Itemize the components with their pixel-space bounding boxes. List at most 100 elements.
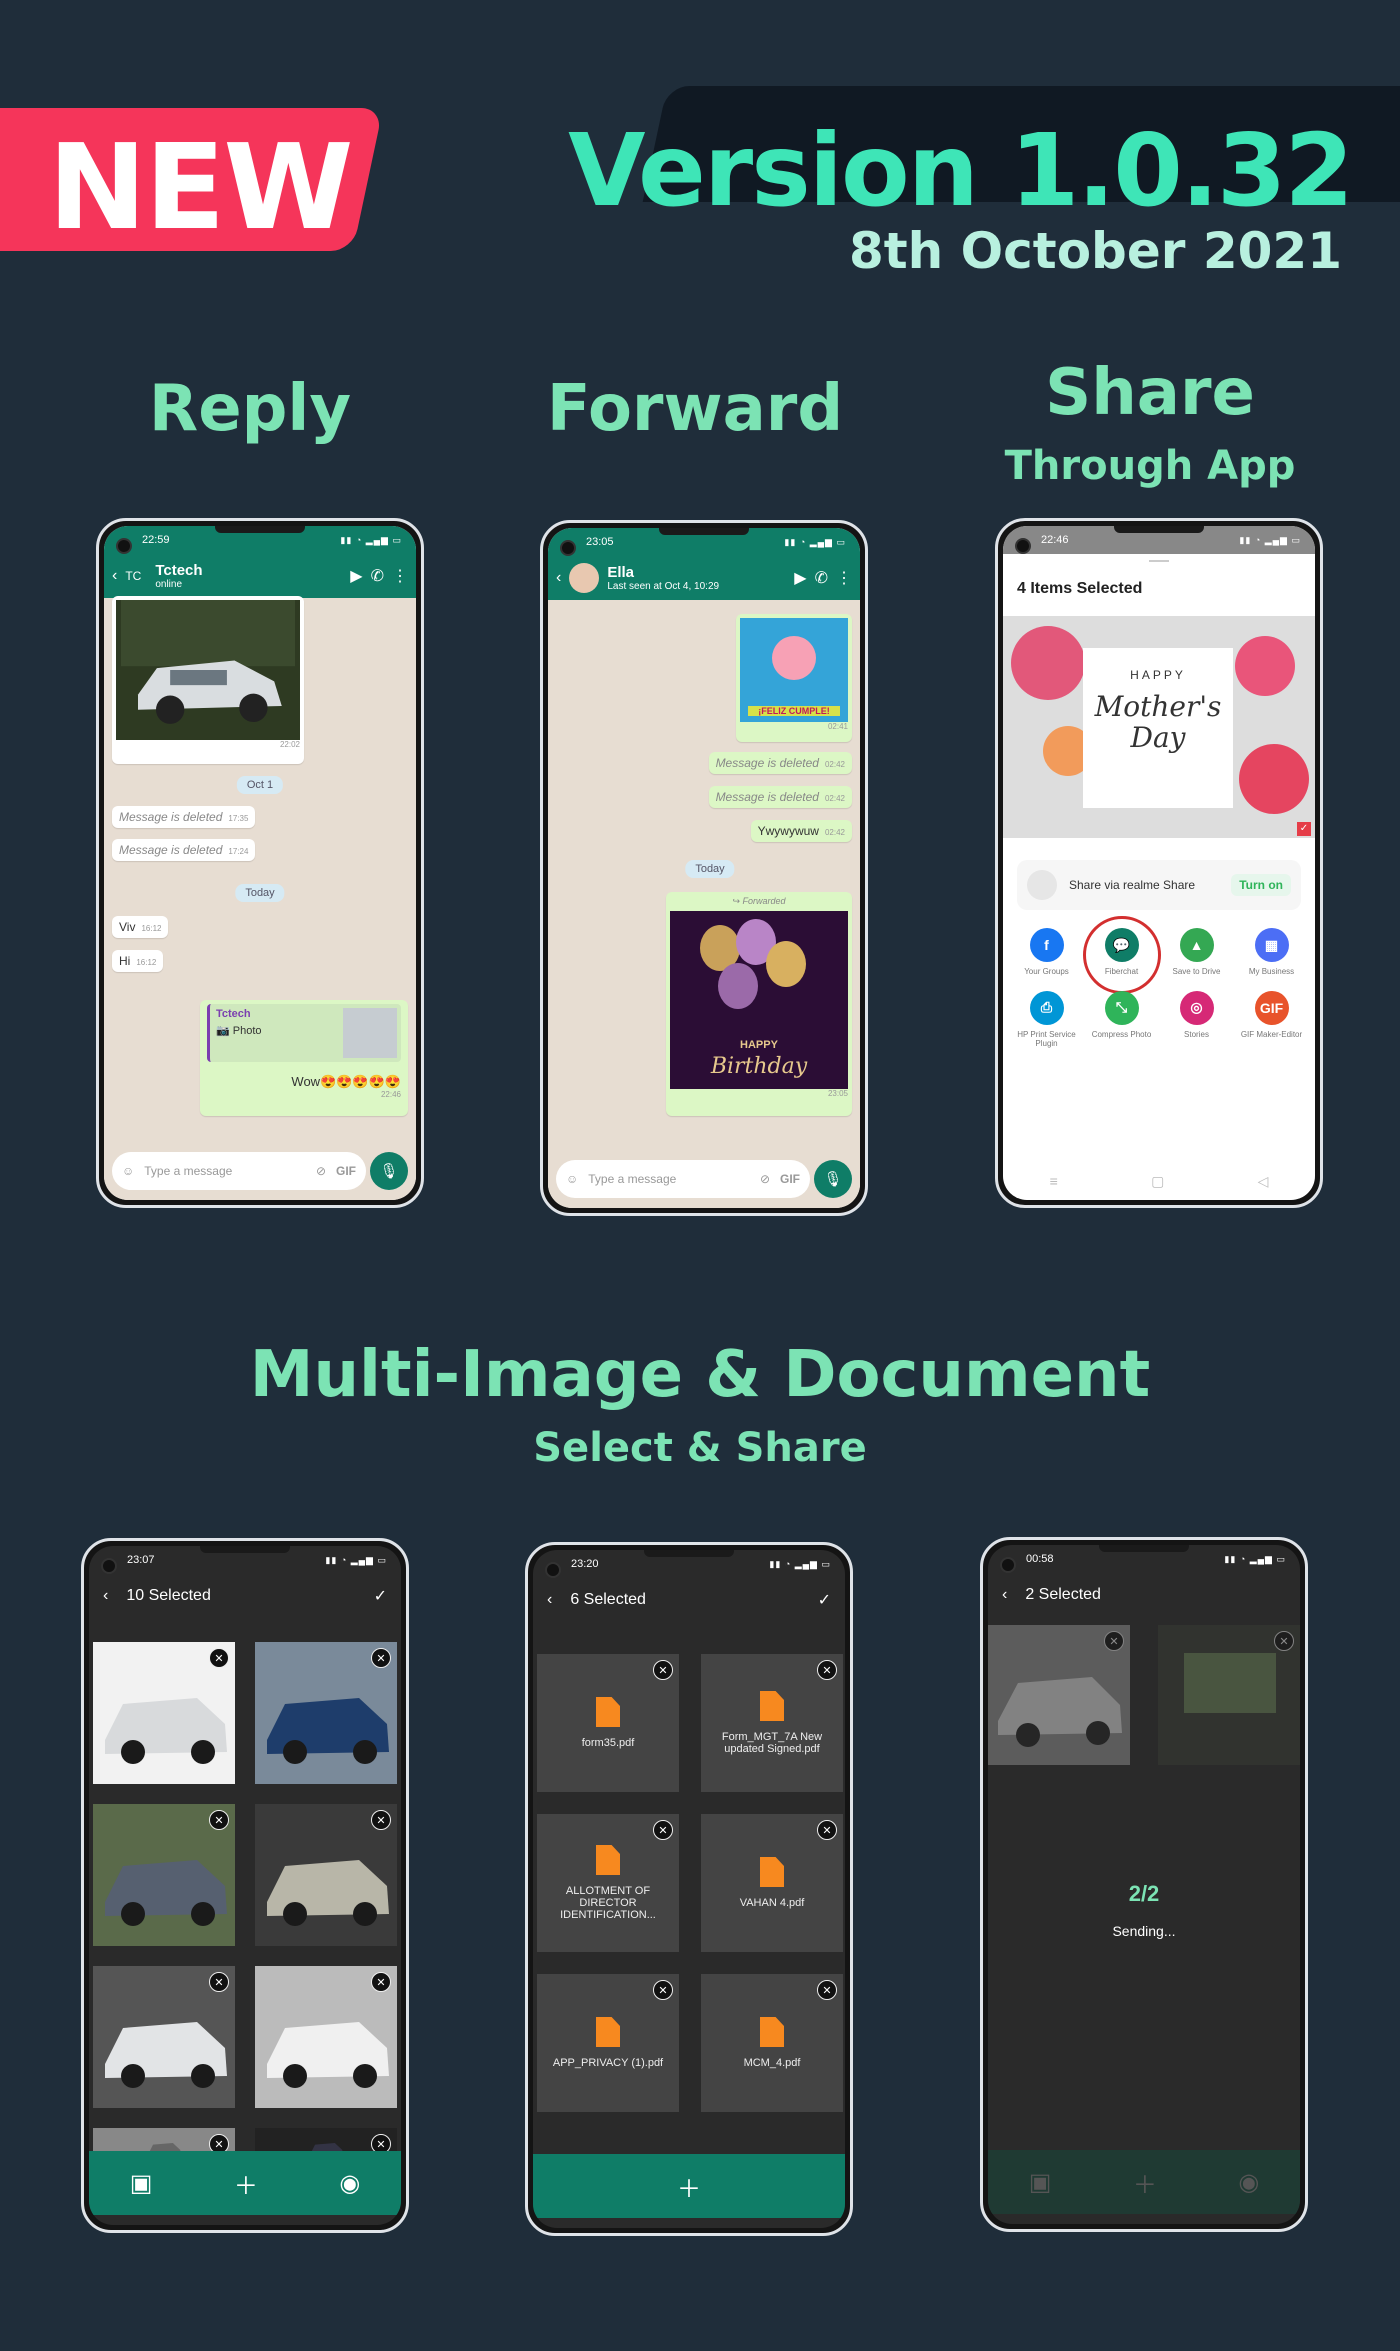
selected-image-thumbnail[interactable]: ✕ — [93, 1804, 235, 1946]
selected-image-thumbnail[interactable]: ✕ — [93, 1966, 235, 2108]
message-placeholder[interactable]: Type a message — [588, 1172, 750, 1186]
share-app-3[interactable]: ▦ My Business — [1234, 928, 1309, 977]
mic-button[interactable]: 🎙 — [370, 1152, 408, 1190]
check-icon[interactable]: ✓ — [1297, 822, 1311, 836]
remove-icon[interactable]: ✕ — [209, 1972, 229, 1992]
avatar[interactable]: TC — [125, 569, 141, 583]
sticker-image: ¡FELIZ CUMPLE! — [740, 618, 848, 722]
share-app-4[interactable]: ⎙ HP Print Service Plugin — [1009, 990, 1084, 1049]
document-tile[interactable]: MCM_4.pdf ✕ — [701, 1974, 843, 2112]
reply-message[interactable]: Tctech 📷 Photo Wow😍😍😍😍😍 22:46 — [200, 1000, 408, 1116]
sending-status: Sending... — [1112, 1923, 1176, 1939]
turn-on-button[interactable]: Turn on — [1231, 874, 1291, 896]
message-input[interactable]: ☺ Type a message ⊘ GIF — [112, 1152, 366, 1190]
video-call-icon[interactable]: ▶ — [794, 568, 806, 588]
docs-phone: 23:20 ▮▮ ◔ ▂▄▆ ▭ ‹ 6 Selected ✓ form35.pd… — [525, 1542, 853, 2236]
version-title: Version 1.0.32 — [568, 112, 1354, 229]
remove-icon[interactable]: ✕ — [817, 1820, 837, 1840]
selected-image-thumbnail[interactable]: ✕ — [988, 1625, 1130, 1765]
document-tile[interactable]: APP_PRIVACY (1).pdf ✕ — [537, 1974, 679, 2112]
share-app-2[interactable]: ▲ Save to Drive — [1159, 928, 1234, 977]
document-tile[interactable]: Form_MGT_7A New updated Signed.pdf ✕ — [701, 1654, 843, 1792]
remove-icon[interactable]: ✕ — [371, 1972, 391, 1992]
selected-image-thumbnail[interactable]: ✕ — [1158, 1625, 1300, 1765]
voice-call-icon[interactable]: ✆ — [371, 566, 384, 586]
contact-name[interactable]: Ella — [607, 564, 786, 581]
menu-icon[interactable]: ≡ — [1050, 1173, 1058, 1190]
contact-name[interactable]: Tctech — [155, 562, 342, 579]
message[interactable]: Viv 16:12 — [112, 916, 169, 938]
back-icon[interactable]: ‹ — [1002, 1586, 1007, 1604]
remove-icon[interactable]: ✕ — [1104, 1631, 1124, 1651]
voice-call-icon[interactable]: ✆ — [815, 568, 828, 588]
selected-image-thumbnail[interactable]: ✕ — [93, 1642, 235, 1784]
camera-icon[interactable]: ◉ — [339, 2169, 360, 2198]
document-tile[interactable]: form35.pdf ✕ — [537, 1654, 679, 1792]
remove-icon[interactable]: ✕ — [209, 1810, 229, 1830]
avatar[interactable] — [569, 563, 600, 593]
remove-icon[interactable]: ✕ — [653, 1660, 673, 1680]
back-icon[interactable]: ‹ — [547, 1591, 552, 1609]
remove-icon[interactable]: ✕ — [1274, 1631, 1294, 1651]
remove-icon[interactable]: ✕ — [653, 1980, 673, 2000]
document-tile[interactable]: ALLOTMENT OF DIRECTOR IDENTIFICATION... ✕ — [537, 1814, 679, 1952]
share-app-0[interactable]: f Your Groups — [1009, 928, 1084, 977]
chat-header: ‹ TC Tctech online ▶ ✆ ⋮ — [104, 554, 416, 598]
deleted-message[interactable]: Message is deleted 17:35 — [112, 806, 256, 828]
card-line-1: HAPPY — [740, 1039, 778, 1051]
gif-button[interactable]: GIF — [336, 1164, 356, 1178]
share-app-1[interactable]: 💬 Fiberchat — [1082, 916, 1161, 994]
remove-icon[interactable]: ✕ — [209, 1648, 229, 1668]
share-app-7[interactable]: GIF GIF Maker-Editor — [1234, 990, 1309, 1049]
message-text: Viv — [119, 920, 136, 934]
back-icon[interactable]: ‹ — [103, 1587, 108, 1605]
remove-icon[interactable]: ✕ — [371, 1810, 391, 1830]
remove-icon[interactable]: ✕ — [371, 1648, 391, 1668]
emoji-icon[interactable]: ☺ — [566, 1172, 578, 1186]
share-app-5[interactable]: ⤡ Compress Photo — [1084, 990, 1159, 1049]
video-call-icon[interactable]: ▶ — [350, 566, 362, 586]
check-icon[interactable]: ✓ — [818, 1590, 831, 1610]
share-app-6[interactable]: ◎ Stories — [1159, 990, 1234, 1049]
document-tile[interactable]: VAHAN 4.pdf ✕ — [701, 1814, 843, 1952]
gallery-icon[interactable]: ▣ — [130, 2169, 153, 2198]
bottom-action-bar: ＋ — [533, 2154, 845, 2218]
clock: 22:59 — [142, 534, 170, 546]
sending-progress: 2/2 — [1128, 1881, 1160, 1906]
more-icon[interactable]: ⋮ — [836, 568, 852, 588]
remove-icon[interactable]: ✕ — [653, 1820, 673, 1840]
forwarded-message[interactable]: ↪ Forwarded HAPPY Birthday 23:05 — [666, 892, 852, 1116]
selected-image-thumbnail[interactable]: ✕ — [255, 1966, 397, 2108]
message-placeholder[interactable]: Type a message — [144, 1164, 306, 1178]
home-icon[interactable]: ▢ — [1151, 1173, 1164, 1190]
remove-icon[interactable]: ✕ — [817, 1980, 837, 2000]
message[interactable]: Ywywywuw 02:42 — [750, 820, 852, 842]
message-input[interactable]: ☺ Type a message ⊘ GIF — [556, 1160, 810, 1198]
attach-icon[interactable]: ⊘ — [316, 1164, 326, 1178]
image-message[interactable]: 22:02 — [112, 596, 304, 764]
check-icon[interactable]: ✓ — [374, 1586, 387, 1606]
attach-icon[interactable]: ⊘ — [760, 1172, 770, 1186]
message[interactable]: Hi 16:12 — [112, 950, 164, 972]
back-icon[interactable]: ‹ — [556, 569, 561, 587]
selected-image-thumbnail[interactable]: ✕ — [255, 1804, 397, 1946]
deleted-message[interactable]: Message is deleted 17:24 — [112, 839, 256, 861]
add-icon[interactable]: ＋ — [677, 2169, 701, 2204]
remove-icon[interactable]: ✕ — [817, 1660, 837, 1680]
mic-button[interactable]: 🎙 — [814, 1160, 852, 1198]
sticker-message[interactable]: ¡FELIZ CUMPLE! 02:41 — [736, 614, 852, 742]
back-icon[interactable]: ‹ — [112, 567, 117, 585]
deleted-message[interactable]: Message is deleted 02:42 — [708, 786, 852, 808]
add-icon[interactable]: ＋ — [234, 2166, 258, 2201]
realme-share-row[interactable]: Share via realme Share Turn on — [1017, 860, 1301, 910]
highlight-ring — [1082, 916, 1161, 994]
gif-button[interactable]: GIF — [780, 1172, 800, 1186]
card-title: Mother's Day — [1094, 690, 1222, 754]
more-icon[interactable]: ⋮ — [392, 566, 408, 586]
notch — [1114, 526, 1204, 533]
back-icon[interactable]: ◁ — [1258, 1173, 1269, 1190]
selected-image-thumbnail[interactable]: ✕ — [255, 1642, 397, 1784]
quoted-message[interactable]: Tctech 📷 Photo — [207, 1004, 401, 1062]
emoji-icon[interactable]: ☺ — [122, 1164, 134, 1178]
deleted-message[interactable]: Message is deleted 02:42 — [708, 752, 852, 774]
